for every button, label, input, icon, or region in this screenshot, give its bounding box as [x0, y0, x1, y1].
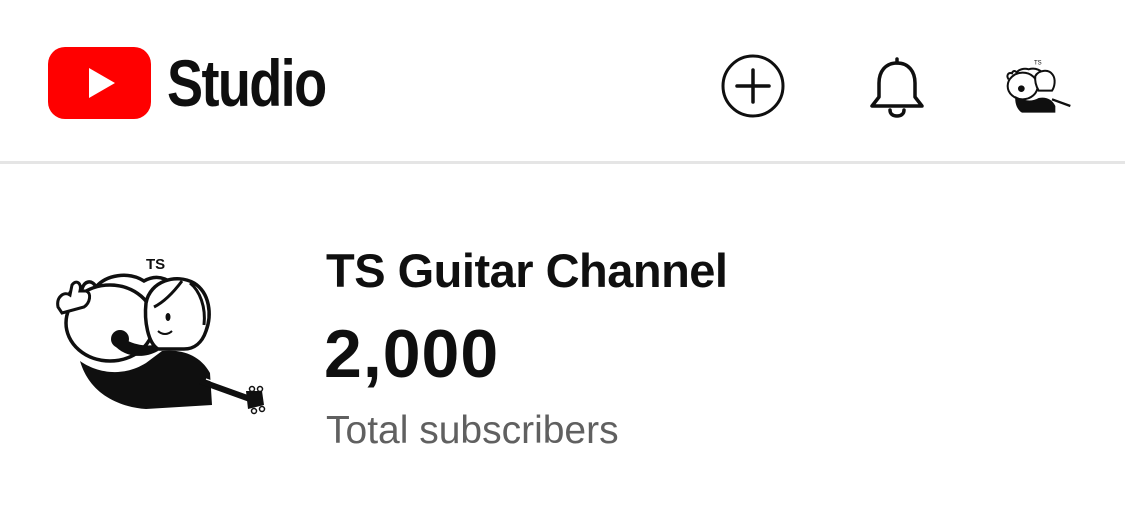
youtube-studio-logo[interactable]: Studio: [48, 46, 360, 120]
notifications-button[interactable]: [864, 53, 930, 119]
channel-summary: TS TS Guitar Channel 2,000 Total subscri…: [0, 167, 1125, 508]
subscriber-count: 2,000: [324, 316, 500, 392]
account-avatar: TS: [1006, 61, 1071, 113]
studio-header: Studio TS: [0, 0, 1125, 164]
svg-text:TS: TS: [1034, 61, 1042, 67]
subscriber-label: Total subscribers: [326, 409, 619, 452]
account-button[interactable]: TS: [1002, 50, 1074, 122]
create-plus-icon: [721, 54, 785, 118]
create-button[interactable]: [720, 53, 786, 119]
app-name: Studio: [167, 46, 327, 120]
channel-name[interactable]: TS Guitar Channel: [326, 243, 728, 298]
avatar-initials: TS: [146, 256, 165, 273]
channel-avatar[interactable]: TS: [50, 251, 266, 431]
bell-icon: [870, 57, 924, 118]
youtube-play-icon: [48, 47, 151, 119]
